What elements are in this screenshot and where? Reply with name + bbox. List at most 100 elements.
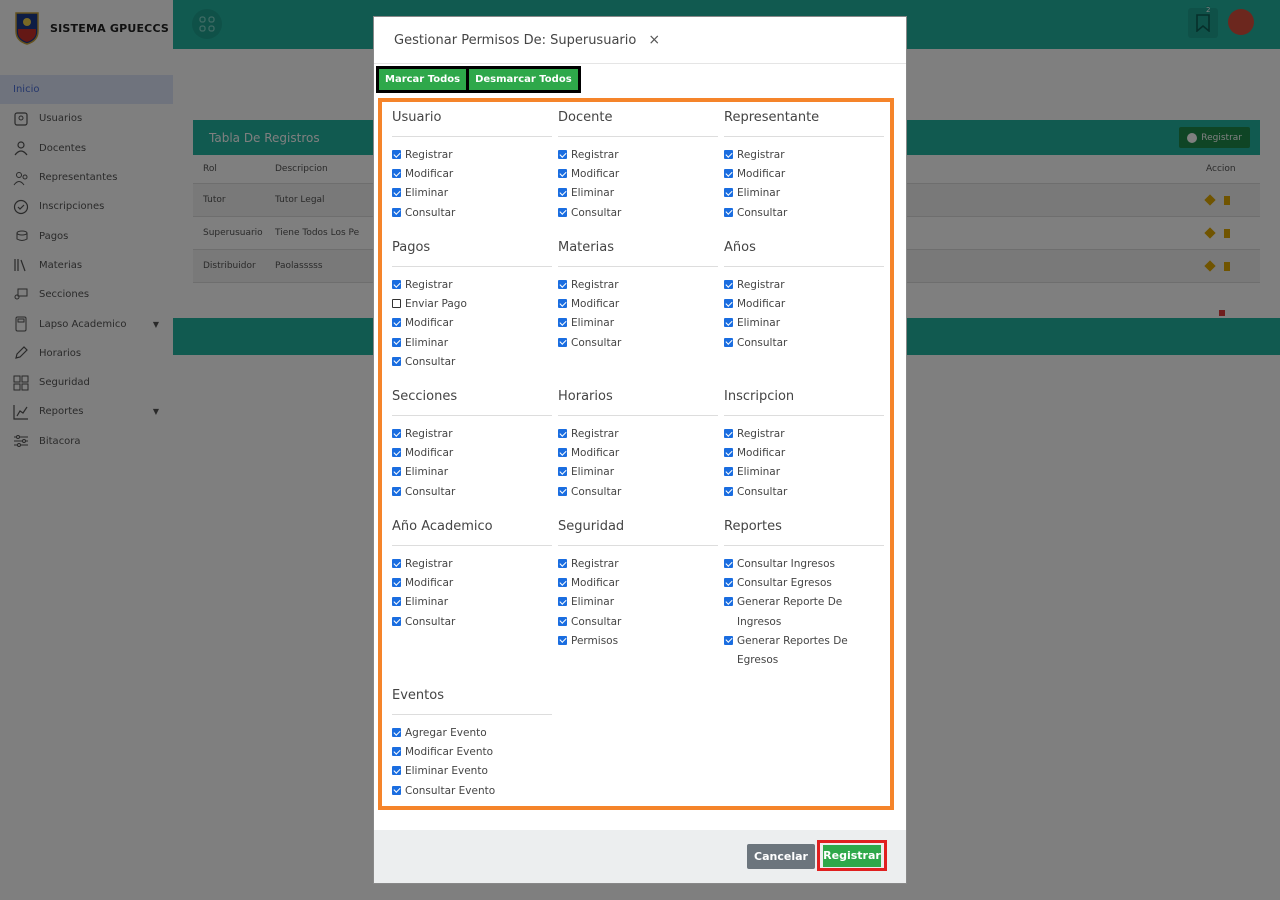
permission-item[interactable]: Permisos <box>558 632 718 651</box>
permission-checkbox[interactable] <box>724 188 733 198</box>
permission-item[interactable]: Agregar Evento <box>392 724 552 743</box>
permission-checkbox[interactable] <box>724 467 733 477</box>
permission-checkbox[interactable] <box>724 169 733 179</box>
permission-checkbox[interactable] <box>392 467 401 477</box>
permission-checkbox[interactable] <box>724 318 733 328</box>
permission-item[interactable]: Modificar <box>724 295 884 314</box>
permission-item[interactable]: Consultar Evento <box>392 782 552 801</box>
check-all-button[interactable]: Marcar Todos <box>379 69 467 90</box>
permission-item[interactable]: Eliminar <box>392 184 552 203</box>
permission-checkbox[interactable] <box>558 169 567 179</box>
permission-checkbox[interactable] <box>392 299 401 309</box>
permission-checkbox[interactable] <box>558 337 567 347</box>
uncheck-all-button[interactable]: Desmarcar Todos <box>469 69 578 90</box>
permission-checkbox[interactable] <box>558 429 567 438</box>
permission-checkbox[interactable] <box>558 486 567 496</box>
permission-item[interactable]: Modificar Evento <box>392 743 552 762</box>
permission-item[interactable]: Generar Reporte De Ingresos <box>724 593 884 631</box>
permission-item[interactable]: Consultar Egresos <box>724 574 884 593</box>
permission-item[interactable]: Eliminar <box>724 314 884 333</box>
permission-checkbox[interactable] <box>558 448 567 458</box>
permission-item[interactable]: Registrar <box>558 276 718 295</box>
permission-checkbox[interactable] <box>392 785 401 795</box>
permission-checkbox[interactable] <box>724 635 733 645</box>
permission-item[interactable]: Consultar <box>724 334 884 353</box>
permission-checkbox[interactable] <box>392 429 401 438</box>
permission-checkbox[interactable] <box>392 616 401 626</box>
permission-checkbox[interactable] <box>392 448 401 458</box>
cancel-button[interactable]: Cancelar <box>747 844 815 869</box>
permission-item[interactable]: Registrar <box>392 425 552 444</box>
permission-item[interactable]: Enviar Pago <box>392 295 552 314</box>
permission-checkbox[interactable] <box>558 578 567 588</box>
permission-checkbox[interactable] <box>724 448 733 458</box>
permission-checkbox[interactable] <box>724 280 733 289</box>
permission-item[interactable]: Consultar <box>558 613 718 632</box>
permission-checkbox[interactable] <box>558 188 567 198</box>
permission-item[interactable]: Consultar <box>558 204 718 223</box>
permission-checkbox[interactable] <box>392 486 401 496</box>
permission-checkbox[interactable] <box>392 169 401 179</box>
permission-checkbox[interactable] <box>392 747 401 757</box>
close-icon[interactable]: × <box>648 32 660 48</box>
permission-checkbox[interactable] <box>724 299 733 309</box>
permission-checkbox[interactable] <box>392 356 401 366</box>
permission-item[interactable]: Registrar <box>558 555 718 574</box>
permission-checkbox[interactable] <box>392 318 401 328</box>
permission-checkbox[interactable] <box>724 429 733 438</box>
permission-item[interactable]: Eliminar <box>724 463 884 482</box>
permission-item[interactable]: Eliminar <box>392 463 552 482</box>
permission-item[interactable]: Registrar <box>724 425 884 444</box>
permission-checkbox[interactable] <box>392 559 401 568</box>
permission-item[interactable]: Modificar <box>392 314 552 333</box>
permission-item[interactable]: Eliminar <box>392 593 552 612</box>
permission-checkbox[interactable] <box>724 150 733 159</box>
permission-item[interactable]: Modificar <box>392 165 552 184</box>
permission-item[interactable]: Consultar <box>724 483 884 502</box>
permission-item[interactable]: Consultar <box>392 613 552 632</box>
permission-item[interactable]: Consultar Ingresos <box>724 555 884 574</box>
permission-item[interactable]: Modificar <box>392 574 552 593</box>
permission-checkbox[interactable] <box>724 207 733 217</box>
permission-item[interactable]: Modificar <box>724 165 884 184</box>
permission-item[interactable]: Modificar <box>558 165 718 184</box>
permission-checkbox[interactable] <box>724 486 733 496</box>
permission-checkbox[interactable] <box>724 559 733 568</box>
permission-checkbox[interactable] <box>724 597 733 607</box>
permission-item[interactable]: Eliminar <box>558 593 718 612</box>
permission-checkbox[interactable] <box>558 616 567 626</box>
permission-checkbox[interactable] <box>558 597 567 607</box>
permission-item[interactable]: Consultar <box>558 334 718 353</box>
permission-item[interactable]: Consultar <box>392 353 552 372</box>
permission-checkbox[interactable] <box>392 597 401 607</box>
permission-item[interactable]: Consultar <box>558 483 718 502</box>
permission-item[interactable]: Eliminar <box>558 463 718 482</box>
permission-item[interactable]: Eliminar <box>558 314 718 333</box>
permission-checkbox[interactable] <box>392 728 401 737</box>
permission-item[interactable]: Modificar <box>558 295 718 314</box>
permission-checkbox[interactable] <box>558 559 567 568</box>
permission-item[interactable]: Modificar <box>392 444 552 463</box>
permission-item[interactable]: Eliminar Evento <box>392 762 552 781</box>
permission-item[interactable]: Modificar <box>558 444 718 463</box>
permission-item[interactable]: Eliminar <box>392 334 552 353</box>
permission-item[interactable]: Consultar <box>724 204 884 223</box>
permission-checkbox[interactable] <box>724 337 733 347</box>
permission-item[interactable]: Consultar <box>392 204 552 223</box>
permission-item[interactable]: Registrar <box>392 276 552 295</box>
permission-checkbox[interactable] <box>558 280 567 289</box>
permission-checkbox[interactable] <box>392 280 401 289</box>
permission-item[interactable]: Eliminar <box>724 184 884 203</box>
permission-item[interactable]: Registrar <box>558 425 718 444</box>
permission-item[interactable]: Registrar <box>724 146 884 165</box>
permission-item[interactable]: Eliminar <box>558 184 718 203</box>
permission-item[interactable]: Modificar <box>724 444 884 463</box>
permission-checkbox[interactable] <box>392 578 401 588</box>
permission-checkbox[interactable] <box>392 150 401 159</box>
submit-button[interactable]: Registrar <box>823 844 881 867</box>
permission-checkbox[interactable] <box>392 188 401 198</box>
permission-item[interactable]: Registrar <box>724 276 884 295</box>
permission-checkbox[interactable] <box>558 150 567 159</box>
permission-item[interactable]: Registrar <box>392 146 552 165</box>
permission-item[interactable]: Registrar <box>558 146 718 165</box>
